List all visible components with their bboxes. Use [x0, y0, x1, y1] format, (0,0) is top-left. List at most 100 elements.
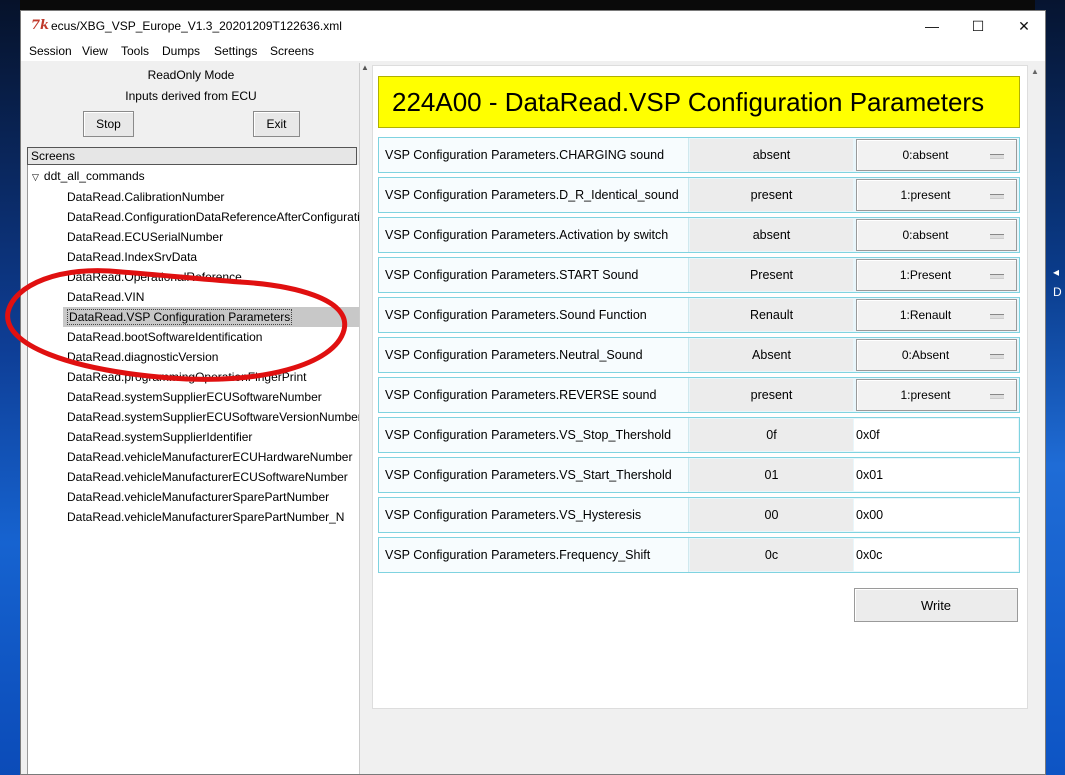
dropdown-indicator-icon	[990, 154, 1004, 159]
param-row: VSP Configuration Parameters.VS_Stop_The…	[378, 417, 1020, 453]
param-value: Present	[690, 259, 853, 291]
param-select[interactable]: 0:absent	[856, 219, 1017, 251]
param-select[interactable]: 1:present	[856, 379, 1017, 411]
param-label: VSP Configuration Parameters.REVERSE sou…	[379, 378, 689, 412]
param-input[interactable]: 0x01	[854, 459, 1018, 491]
exit-button[interactable]: Exit	[253, 111, 300, 137]
param-value: 0c	[690, 539, 853, 571]
tree-item[interactable]: DataRead.systemSupplierECUSoftwareVersio…	[67, 407, 360, 427]
param-label: VSP Configuration Parameters.Activation …	[379, 218, 689, 252]
scroll-up-arrow-icon[interactable]: ▲	[1031, 67, 1041, 77]
menu-view[interactable]: View	[82, 44, 108, 58]
screen-header: 224A00 - DataRead.VSP Configuration Para…	[378, 76, 1020, 128]
param-select[interactable]: 1:present	[856, 179, 1017, 211]
menu-tools[interactable]: Tools	[121, 44, 149, 58]
tree-item-selected[interactable]: DataRead.VSP Configuration Parameters	[63, 307, 360, 327]
param-label: VSP Configuration Parameters.Sound Funct…	[379, 298, 689, 332]
tree-item[interactable]: DataRead.ECUSerialNumber	[67, 227, 223, 247]
maximize-button[interactable]: ☐	[955, 11, 1001, 41]
title-bar: 7k ecus/XBG_VSP_Europe_V1.3_20201209T122…	[21, 11, 1045, 41]
dropdown-indicator-icon	[990, 194, 1004, 199]
param-value: 00	[690, 499, 853, 531]
param-input[interactable]: 0x00	[854, 499, 1018, 531]
tree-item[interactable]: DataRead.diagnosticVersion	[67, 347, 218, 367]
param-value: Absent	[690, 339, 853, 371]
param-row: VSP Configuration Parameters.VS_Hysteres…	[378, 497, 1020, 533]
collapse-triangle-icon[interactable]: ▽	[32, 172, 39, 183]
param-value: 0f	[690, 419, 853, 451]
screens-header: Screens	[27, 147, 357, 165]
tree-item[interactable]: DataRead.systemSupplierIdentifier	[67, 427, 252, 447]
tree-item[interactable]: DataRead.vehicleManufacturerECUSoftwareN…	[67, 467, 348, 487]
mode-label: ReadOnly Mode	[147, 68, 235, 82]
dropdown-indicator-icon	[990, 314, 1004, 319]
menu-session[interactable]: Session	[29, 44, 72, 58]
param-select[interactable]: 0:absent	[856, 139, 1017, 171]
tree-item[interactable]: DataRead.bootSoftwareIdentification	[67, 327, 262, 347]
dropdown-indicator-icon	[990, 274, 1004, 279]
screen-canvas: 224A00 - DataRead.VSP Configuration Para…	[372, 65, 1028, 709]
param-row: VSP Configuration Parameters.START Sound…	[378, 257, 1020, 293]
tree-item[interactable]: DataRead.OperationalReference	[67, 267, 242, 287]
param-row: VSP Configuration Parameters.CHARGING so…	[378, 137, 1020, 173]
dropdown-indicator-icon	[990, 354, 1004, 359]
param-row: VSP Configuration Parameters.Frequency_S…	[378, 537, 1020, 573]
right-panel: 224A00 - DataRead.VSP Configuration Para…	[371, 63, 1045, 774]
tree-item[interactable]: DataRead.ConfigurationDataReferenceAfter…	[67, 207, 360, 227]
tree-root-node[interactable]: ▽ ddt_all_commands	[32, 169, 145, 183]
desktop-wallpaper-left	[0, 0, 20, 775]
menu-settings[interactable]: Settings	[214, 44, 257, 58]
desktop-arrow-icon: ◂	[1053, 265, 1060, 279]
inputs-source-label: Inputs derived from ECU	[125, 89, 257, 103]
param-label: VSP Configuration Parameters.CHARGING so…	[379, 138, 689, 172]
param-label: VSP Configuration Parameters.VS_Start_Th…	[379, 458, 689, 492]
tree-item[interactable]: DataRead.vehicleManufacturerECUHardwareN…	[67, 447, 352, 467]
param-label: VSP Configuration Parameters.VS_Hysteres…	[379, 498, 689, 532]
param-input[interactable]: 0x0c	[854, 539, 1018, 571]
tree-item[interactable]: DataRead.IndexSrvData	[67, 247, 197, 267]
close-button[interactable]: ✕	[1001, 11, 1047, 41]
scroll-up-arrow-icon[interactable]: ▲	[361, 63, 369, 72]
param-label: VSP Configuration Parameters.VS_Stop_The…	[379, 418, 689, 452]
tree-item[interactable]: DataRead.vehicleManufacturerSparePartNum…	[67, 487, 329, 507]
param-row: VSP Configuration Parameters.Sound Funct…	[378, 297, 1020, 333]
write-button[interactable]: Write	[854, 588, 1018, 622]
tree-item[interactable]: DataRead.vehicleManufacturerSparePartNum…	[67, 507, 344, 527]
minimize-button[interactable]: —	[909, 11, 955, 41]
window-title: ecus/XBG_VSP_Europe_V1.3_20201209T122636…	[51, 19, 342, 33]
param-input[interactable]: 0x0f	[854, 419, 1018, 451]
tree-item[interactable]: DataRead.systemSupplierECUSoftwareNumber	[67, 387, 322, 407]
dropdown-indicator-icon	[990, 234, 1004, 239]
param-row: VSP Configuration Parameters.VS_Start_Th…	[378, 457, 1020, 493]
param-value: absent	[690, 219, 853, 251]
param-value: Renault	[690, 299, 853, 331]
dropdown-indicator-icon	[990, 394, 1004, 399]
desktop-edge-text: D	[1053, 285, 1062, 299]
param-value: present	[690, 179, 853, 211]
menu-screens[interactable]: Screens	[270, 44, 314, 58]
param-row: VSP Configuration Parameters.REVERSE sou…	[378, 377, 1020, 413]
screens-tree[interactable]: ▽ ddt_all_commands DataRead.CalibrationNu…	[27, 165, 360, 774]
tree-item[interactable]: DataRead.programmingOperationFingerPrint	[67, 367, 306, 387]
param-row: VSP Configuration Parameters.D_R_Identic…	[378, 177, 1020, 213]
param-select[interactable]: 0:Absent	[856, 339, 1017, 371]
menu-dumps[interactable]: Dumps	[162, 44, 200, 58]
menu-bar: Session View Tools Dumps Settings Screen…	[21, 41, 1045, 61]
param-row: VSP Configuration Parameters.Activation …	[378, 217, 1020, 253]
left-panel: ReadOnly Mode Inputs derived from ECU St…	[23, 63, 360, 774]
param-value: absent	[690, 139, 853, 171]
param-row: VSP Configuration Parameters.Neutral_Sou…	[378, 337, 1020, 373]
param-value: present	[690, 379, 853, 411]
tree-item[interactable]: DataRead.CalibrationNumber	[67, 187, 224, 207]
param-label: VSP Configuration Parameters.Neutral_Sou…	[379, 338, 689, 372]
vertical-scrollbar[interactable]: ▲	[1029, 65, 1043, 709]
param-select[interactable]: 1:Present	[856, 259, 1017, 291]
param-label: VSP Configuration Parameters.Frequency_S…	[379, 538, 689, 572]
stop-button[interactable]: Stop	[83, 111, 134, 137]
param-value: 01	[690, 459, 853, 491]
param-label: VSP Configuration Parameters.D_R_Identic…	[379, 178, 689, 212]
tree-item[interactable]: DataRead.VIN	[67, 287, 144, 307]
app-window: 7k ecus/XBG_VSP_Europe_V1.3_20201209T122…	[20, 10, 1046, 775]
param-label: VSP Configuration Parameters.START Sound	[379, 258, 689, 292]
param-select[interactable]: 1:Renault	[856, 299, 1017, 331]
